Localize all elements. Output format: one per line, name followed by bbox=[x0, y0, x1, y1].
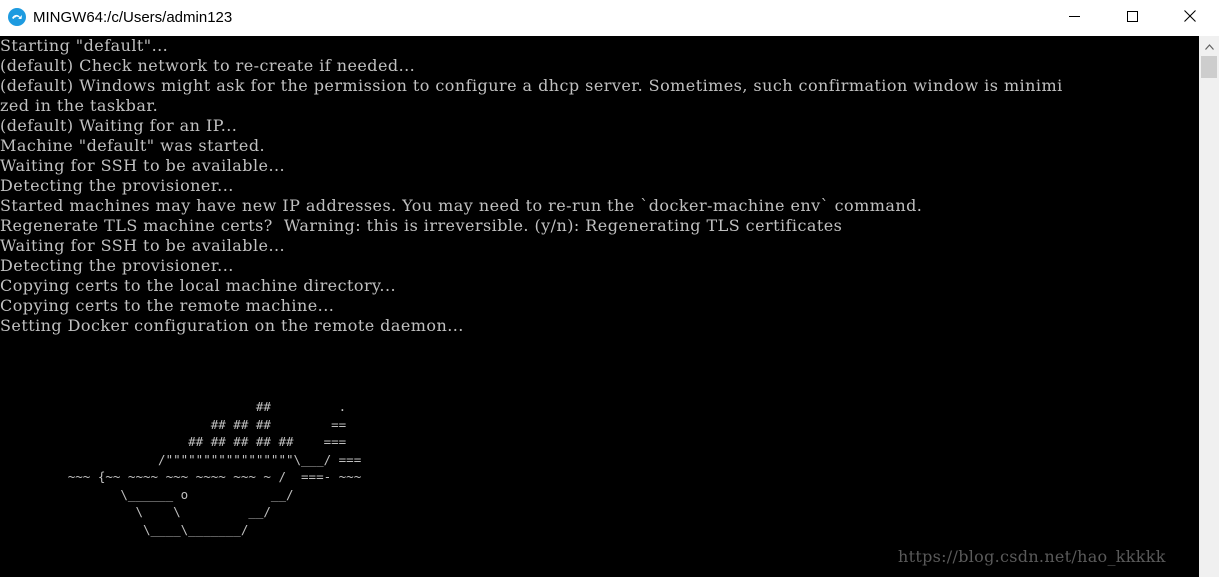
terminal-line: Started machines may have new IP address… bbox=[0, 196, 923, 215]
terminal-line: Detecting the provisioner... bbox=[0, 176, 234, 195]
terminal-line: Regenerate TLS machine certs? Warning: t… bbox=[0, 216, 843, 235]
close-button[interactable] bbox=[1161, 0, 1219, 36]
terminal-line: Starting "default"... bbox=[0, 36, 169, 55]
title-bar[interactable]: MINGW64:/c/Users/admin123 bbox=[0, 0, 1219, 36]
maximize-button[interactable] bbox=[1103, 0, 1161, 36]
maximize-icon bbox=[1126, 9, 1138, 27]
terminal-output: Starting "default"... (default) Check ne… bbox=[0, 36, 1199, 336]
window-title: MINGW64:/c/Users/admin123 bbox=[33, 9, 233, 26]
scroll-up-button[interactable] bbox=[1199, 36, 1219, 56]
terminal-window: MINGW64:/c/Users/admin123 Starting "defa… bbox=[0, 0, 1219, 577]
terminal-line: (default) Check network to re-create if … bbox=[0, 56, 416, 75]
terminal-line: zed in the taskbar. bbox=[0, 96, 159, 115]
terminal-output-area[interactable]: Starting "default"... (default) Check ne… bbox=[0, 36, 1199, 577]
close-icon bbox=[1184, 9, 1196, 27]
minimize-icon bbox=[1068, 9, 1080, 27]
docker-whale-ascii-art: ## . ## ## ## == ## ## ## ## ## === /"""… bbox=[67, 399, 362, 537]
terminal-line: Machine "default" was started. bbox=[0, 136, 266, 155]
scroll-up-arrow-icon bbox=[1204, 37, 1214, 55]
git-bash-app-icon[interactable] bbox=[8, 8, 26, 26]
minimize-button[interactable] bbox=[1045, 0, 1103, 36]
terminal-line: (default) Waiting for an IP... bbox=[0, 116, 238, 135]
terminal-line: Copying certs to the local machine direc… bbox=[0, 276, 397, 295]
terminal-line: Detecting the provisioner... bbox=[0, 256, 234, 275]
scrollbar-thumb[interactable] bbox=[1201, 56, 1217, 78]
terminal-line: Waiting for SSH to be available... bbox=[0, 156, 286, 175]
vertical-scrollbar[interactable] bbox=[1199, 36, 1219, 577]
terminal-line: (default) Windows might ask for the perm… bbox=[0, 76, 1063, 95]
terminal-line: Waiting for SSH to be available... bbox=[0, 236, 286, 255]
terminal-line: Setting Docker configuration on the remo… bbox=[0, 316, 464, 335]
csdn-watermark: https://blog.csdn.net/hao_kkkkk bbox=[898, 547, 1166, 566]
terminal-line: Copying certs to the remote machine... bbox=[0, 296, 335, 315]
